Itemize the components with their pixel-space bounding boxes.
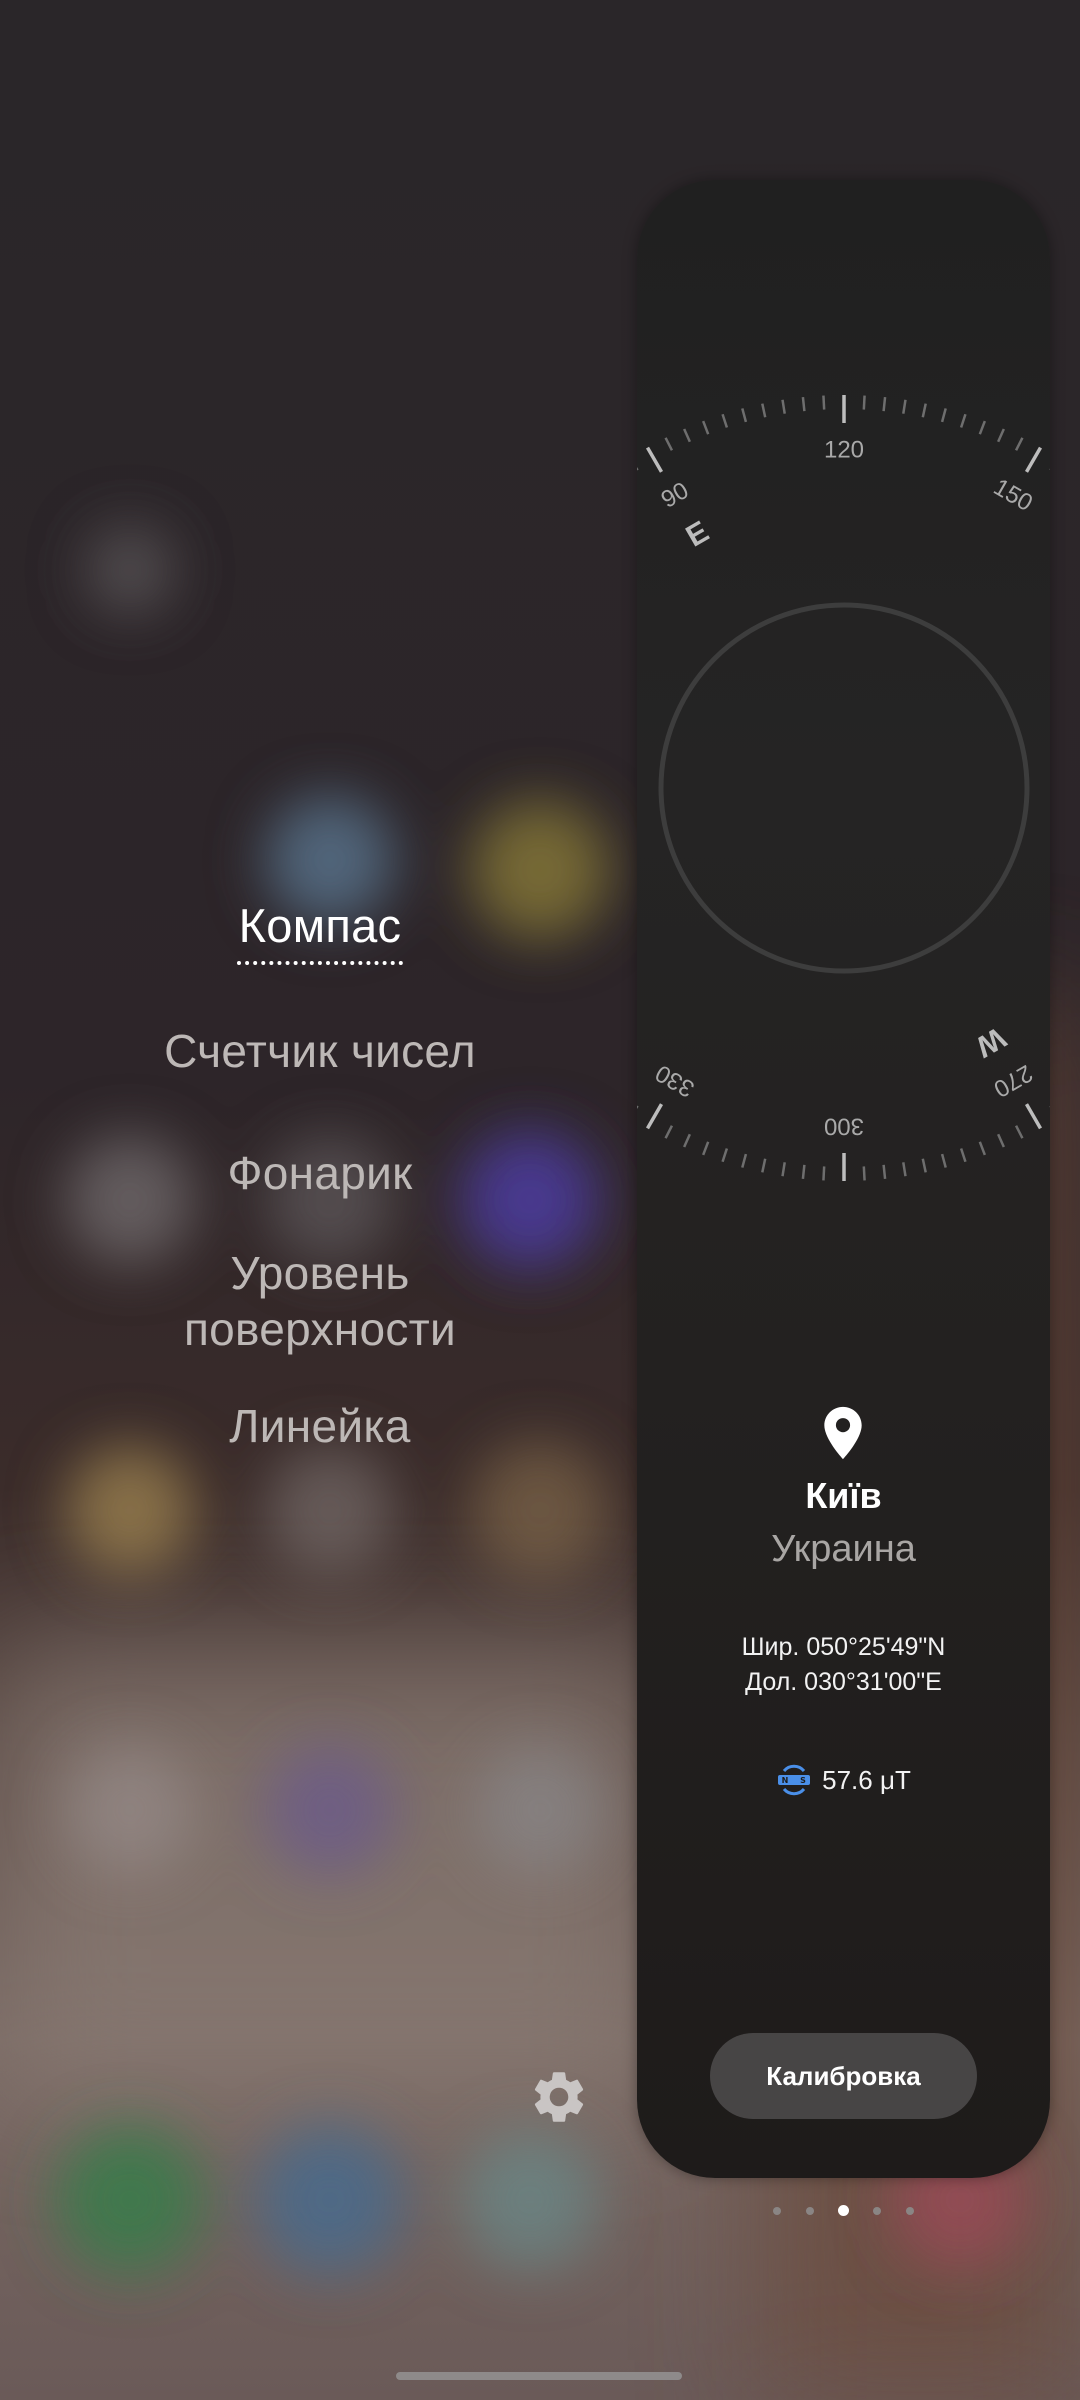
- compass-degree-label: 270: [989, 1059, 1037, 1102]
- page-dot[interactable]: [773, 2207, 781, 2215]
- compass-tick: [637, 466, 639, 471]
- compass-tick: [862, 1166, 866, 1181]
- location-pin-icon: [824, 1406, 862, 1460]
- compass-tick: [978, 1141, 987, 1156]
- compass-tick: [997, 428, 1005, 443]
- compass-tick: [959, 413, 967, 428]
- compass-tick: [882, 397, 887, 412]
- compass-tick: [664, 1125, 674, 1139]
- page-dot[interactable]: [906, 2207, 914, 2215]
- calibrate-button[interactable]: Калибровка: [710, 2033, 977, 2119]
- country-name: Украина: [771, 1528, 916, 1570]
- magnetic-field-value: 57.6 μT: [822, 1764, 911, 1795]
- compass-tick: [683, 428, 691, 443]
- compass-tick: [721, 1148, 729, 1163]
- compass-degree-label: 300: [824, 1113, 864, 1140]
- compass-degree-label: 150: [989, 474, 1037, 517]
- tool-item-number-counter[interactable]: Счетчик чисел: [0, 1023, 640, 1079]
- compass-tick: [1024, 1103, 1043, 1130]
- page-indicator: [760, 2203, 930, 2219]
- compass-tick: [902, 1162, 907, 1177]
- compass-tick: [801, 397, 806, 412]
- page-dot-active[interactable]: [838, 2205, 849, 2216]
- compass-tick: [940, 1153, 947, 1168]
- home-gesture-bar[interactable]: [396, 2372, 682, 2380]
- compass-tick: [701, 1141, 710, 1156]
- compass-tick: [978, 420, 987, 435]
- compass-tick: [664, 437, 674, 451]
- compass-tick: [781, 1162, 786, 1177]
- compass-tick: [921, 1158, 927, 1173]
- svg-text:S: S: [800, 1776, 806, 1785]
- longitude-text: Дол. 030°31'00"E: [745, 1668, 942, 1696]
- tool-item-ruler[interactable]: Линейка: [0, 1398, 640, 1454]
- compass-degree-label: 90: [657, 477, 694, 514]
- compass-degree-label: 120: [824, 437, 864, 464]
- compass-tick: [761, 1158, 767, 1173]
- compass-tick: [741, 1153, 748, 1168]
- compass-tick: [637, 1105, 639, 1110]
- tool-item-flashlight[interactable]: Фонарик: [0, 1145, 640, 1201]
- magnetic-field-readout: N S 57.6 μT: [637, 1758, 1050, 1802]
- compass-tick: [701, 420, 710, 435]
- compass-tick: [1014, 437, 1024, 451]
- gear-icon[interactable]: [528, 2066, 590, 2128]
- magnet-sensor-icon: N S: [778, 1764, 811, 1796]
- compass-tick: [801, 1164, 806, 1179]
- compass-tick: [741, 408, 748, 423]
- compass-tick: [761, 403, 767, 418]
- tools-list: Компас Счетчик чисел Фонарик Уровень пов…: [0, 0, 640, 2400]
- compass-tick: [645, 1103, 664, 1130]
- svg-text:N: N: [782, 1776, 789, 1785]
- compass-tick: [997, 1133, 1005, 1148]
- active-tool-underline: [237, 961, 403, 965]
- compass-tick: [882, 1164, 887, 1179]
- compass-tick: [1024, 446, 1043, 473]
- page-dot[interactable]: [873, 2207, 881, 2215]
- compass-dial: 90 120 150 270 300 330 E W: [637, 395, 1050, 1181]
- compass-tick: [721, 413, 729, 428]
- compass-cardinal-label: W: [969, 1020, 1011, 1063]
- compass-tick: [822, 395, 826, 410]
- page-dot[interactable]: [806, 2207, 814, 2215]
- compass-tick: [921, 403, 927, 418]
- latitude-text: Шир. 050°25'49"N: [741, 1633, 946, 1661]
- compass-panel: 90 120 150 270 300 330 E W Київ Украина Шир. 05…: [637, 180, 1050, 2178]
- compass-tick: [781, 399, 786, 414]
- compass-degree-label: 330: [651, 1059, 699, 1102]
- tool-item-surface-level[interactable]: Уровень поверхности: [170, 1245, 470, 1357]
- compass-tick: [959, 1148, 967, 1163]
- tool-item-compass[interactable]: Компас: [0, 898, 640, 954]
- compass-tick: [822, 1166, 826, 1181]
- compass-degree-labels: 90 120 150 270 300 330 E W: [651, 437, 1037, 1140]
- compass-tick: [862, 395, 866, 410]
- compass-tick: [645, 446, 664, 473]
- compass-tick: [902, 399, 907, 414]
- compass-cardinal-label: E: [681, 515, 715, 554]
- compass-tick: [940, 408, 947, 423]
- compass-tick: [1014, 1125, 1024, 1139]
- compass-inner-ring: [658, 602, 1030, 974]
- city-name: Київ: [805, 1475, 882, 1516]
- compass-tick: [683, 1133, 691, 1148]
